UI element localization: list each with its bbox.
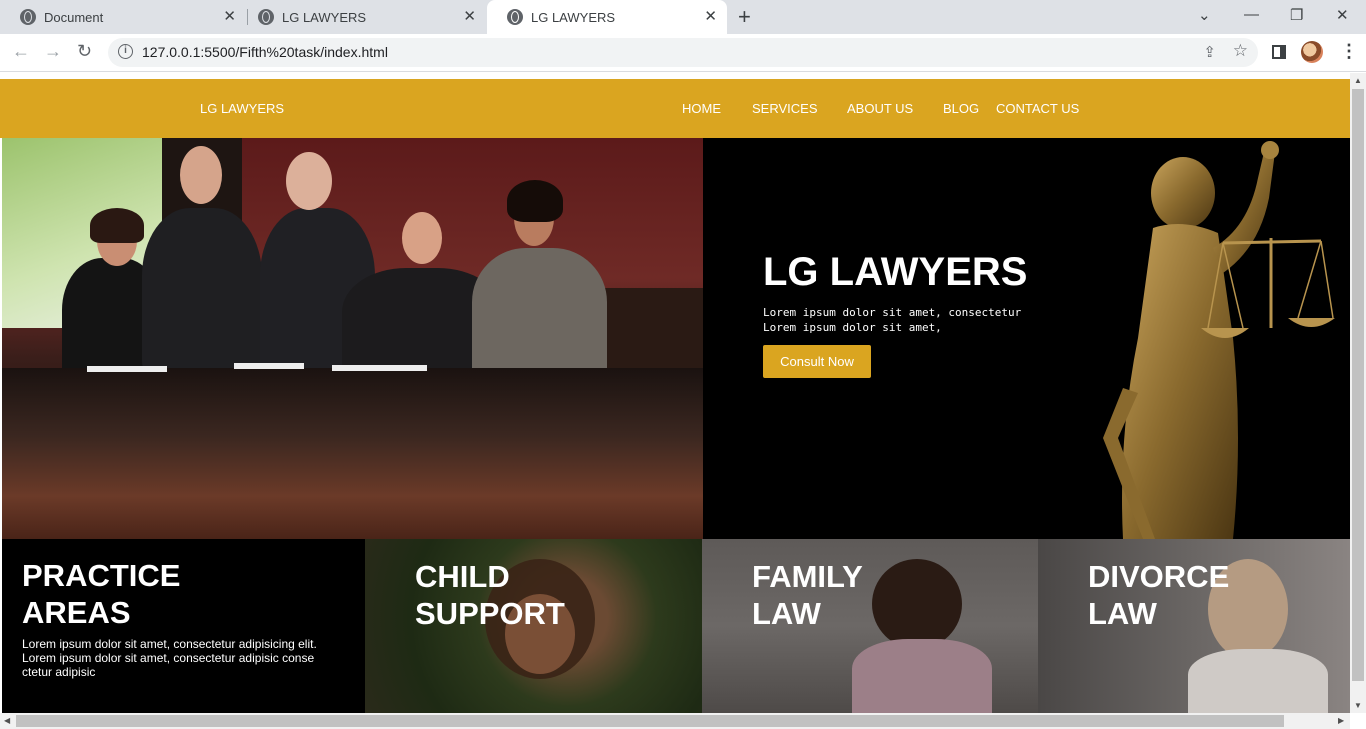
card-title-line2: AREAS: [22, 595, 131, 630]
card-title-line1: PRACTICE: [22, 558, 181, 593]
tab-title: LG LAWYERS: [282, 9, 367, 25]
scroll-down-icon[interactable]: ▼: [1354, 701, 1362, 710]
card-title: PRACTICE AREAS: [22, 557, 180, 631]
tab-title: LG LAWYERS: [531, 9, 616, 25]
hero-text-line1: Lorem ipsum dolor sit amet, consectetur: [763, 306, 1022, 319]
close-icon[interactable]: ✕: [223, 9, 236, 25]
horizontal-scrollbar[interactable]: ◀ ▶: [0, 713, 1350, 729]
family-law-card[interactable]: FAMILY LAW: [702, 539, 1038, 713]
new-tab-icon[interactable]: +: [738, 6, 751, 28]
hero-section: LG LAWYERS Lorem ipsum dolor sit amet, c…: [703, 138, 1350, 539]
nav-services[interactable]: SERVICES: [752, 101, 818, 116]
site-navbar: LG LAWYERS HOME SERVICES ABOUT US BLOG C…: [0, 79, 1350, 138]
nav-home[interactable]: HOME: [682, 101, 721, 116]
card-title-line2: SUPPORT: [415, 596, 565, 631]
scroll-right-icon[interactable]: ▶: [1338, 716, 1344, 725]
nav-about-us[interactable]: ABOUT US: [847, 101, 913, 116]
conference-table: [2, 368, 703, 539]
consult-now-button[interactable]: Consult Now: [763, 345, 871, 378]
url-text[interactable]: 127.0.0.1:5500/Fifth%20task/index.html: [142, 44, 388, 60]
vertical-scrollbar[interactable]: ▲ ▼: [1350, 73, 1366, 713]
practice-areas-card[interactable]: PRACTICE AREAS Lorem ipsum dolor sit ame…: [2, 539, 365, 713]
card-title: DIVORCE LAW: [1088, 558, 1229, 632]
close-icon[interactable]: ✕: [704, 9, 717, 25]
minimize-icon[interactable]: —: [1244, 6, 1259, 23]
globe-icon: [20, 9, 36, 25]
hero-text: Lorem ipsum dolor sit amet, consectetur …: [763, 305, 1043, 335]
vertical-scroll-thumb[interactable]: [1352, 89, 1364, 681]
site-info-icon[interactable]: i: [118, 44, 133, 59]
tab-lg-lawyers-active[interactable]: LG LAWYERS ✕: [487, 0, 727, 34]
site-brand[interactable]: LG LAWYERS: [200, 101, 284, 116]
tab-strip: Document ✕ LG LAWYERS ✕ LG LAWYERS ✕ + ⌄…: [0, 0, 1366, 34]
tab-search-icon[interactable]: ⌄: [1198, 6, 1211, 24]
globe-icon: [258, 9, 274, 25]
share-icon[interactable]: ⇪: [1203, 43, 1216, 61]
nav-contact-us[interactable]: CONTACT US: [996, 101, 1079, 116]
card-title: CHILD SUPPORT: [415, 558, 565, 632]
card-text: Lorem ipsum dolor sit amet, consectetur …: [22, 637, 317, 679]
hero-title: LG LAWYERS: [763, 250, 1028, 294]
card-title-line2: LAW: [752, 596, 821, 631]
lawyers-team-photo: [2, 138, 703, 539]
nav-blog[interactable]: BLOG: [943, 101, 979, 116]
child-support-card[interactable]: CHILD SUPPORT: [365, 539, 702, 713]
horizontal-scroll-thumb[interactable]: [16, 715, 1284, 727]
scroll-up-icon[interactable]: ▲: [1354, 76, 1362, 85]
card-title-line2: LAW: [1088, 596, 1157, 631]
menu-kebab-icon[interactable]: ⋮: [1340, 41, 1358, 62]
tab-lg-lawyers[interactable]: LG LAWYERS ✕: [238, 0, 486, 34]
card-title-line1: DIVORCE: [1088, 559, 1230, 594]
reload-icon[interactable]: ↻: [77, 41, 92, 62]
bookmark-star-icon[interactable]: ☆: [1233, 41, 1248, 61]
hero-text-line2: Lorem ipsum dolor sit amet,: [763, 321, 942, 334]
address-bar[interactable]: i 127.0.0.1:5500/Fifth%20task/index.html…: [108, 38, 1258, 67]
card-title-line1: FAMILY: [752, 559, 863, 594]
divorce-law-card[interactable]: DIVORCE LAW: [1038, 539, 1350, 713]
window-close-icon[interactable]: ✕: [1336, 6, 1349, 24]
lady-justice-statue-image: [1103, 141, 1335, 539]
profile-avatar[interactable]: [1301, 41, 1323, 63]
browser-toolbar: ← → ↻ i 127.0.0.1:5500/Fifth%20task/inde…: [0, 34, 1366, 72]
tab-title: Document: [44, 9, 104, 25]
card-title: FAMILY LAW: [752, 558, 863, 632]
back-icon[interactable]: ←: [12, 41, 30, 62]
scroll-left-icon[interactable]: ◀: [4, 716, 10, 725]
page-viewport: LG LAWYERS HOME SERVICES ABOUT US BLOG C…: [0, 73, 1350, 713]
globe-icon: [507, 9, 523, 25]
tab-document[interactable]: Document ✕: [0, 0, 246, 34]
restore-icon[interactable]: ❐: [1290, 6, 1303, 24]
side-panel-icon[interactable]: [1272, 45, 1286, 59]
forward-icon[interactable]: →: [44, 41, 62, 62]
card-title-line1: CHILD: [415, 559, 510, 594]
close-icon[interactable]: ✕: [463, 9, 476, 25]
